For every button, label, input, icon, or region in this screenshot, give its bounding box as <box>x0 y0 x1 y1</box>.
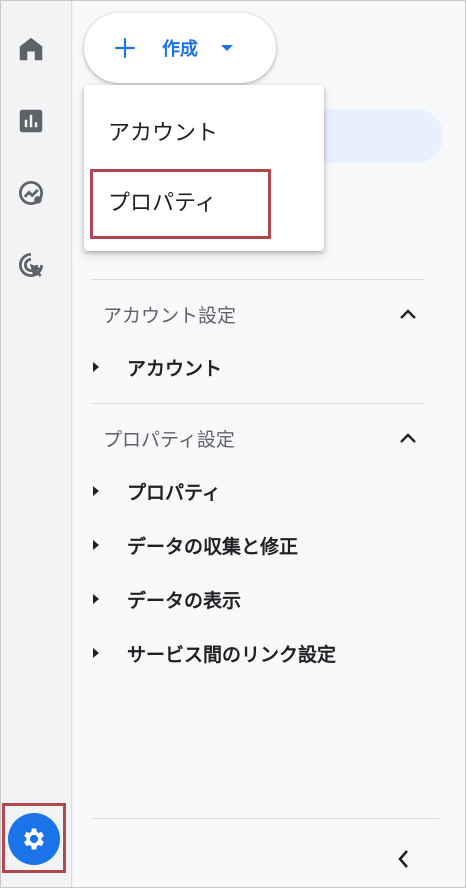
nav-item-label: サービス間のリンク設定 <box>127 643 337 666</box>
settings-icon[interactable] <box>8 813 60 865</box>
nav-item-label: データの表示 <box>127 589 242 612</box>
collapse-nav-button[interactable] <box>391 845 415 873</box>
chevron-left-icon <box>398 850 408 868</box>
nav-item-label: アカウント <box>127 357 223 380</box>
expand-arrow-icon <box>93 540 99 550</box>
nav-item-label: データの収集と修正 <box>127 535 299 558</box>
plus-icon <box>115 38 135 58</box>
expand-arrow-icon <box>93 594 99 604</box>
chevron-up-icon[interactable] <box>399 432 417 444</box>
nav-item-data-display[interactable]: データの表示 <box>91 584 241 614</box>
admin-panel: 作成 アカウント プロパティ アカウント設定 アカウント プロパティ設定 プロパ… <box>73 1 465 887</box>
menu-item-account[interactable]: アカウント <box>84 101 324 161</box>
menu-item-label: アカウント <box>108 121 219 146</box>
chevron-up-icon[interactable] <box>399 308 417 320</box>
nav-item-product-links[interactable]: サービス間のリンク設定 <box>91 638 336 668</box>
create-label: 作成 <box>162 39 198 60</box>
create-menu: アカウント プロパティ <box>84 85 324 251</box>
create-button[interactable]: 作成 <box>84 13 276 83</box>
settings-highlight <box>2 803 66 873</box>
nav-item-property[interactable]: プロパティ <box>91 476 221 506</box>
divider <box>91 403 425 404</box>
expand-arrow-icon <box>93 648 99 658</box>
divider <box>91 818 439 819</box>
home-icon[interactable] <box>15 33 47 65</box>
caret-down-icon <box>221 45 233 51</box>
reports-icon[interactable] <box>15 105 47 137</box>
nav-item-account[interactable]: アカウント <box>91 352 222 382</box>
expand-arrow-icon <box>93 362 99 372</box>
advertising-icon[interactable] <box>15 249 47 281</box>
divider <box>91 279 425 280</box>
left-nav-rail <box>1 1 72 887</box>
property-highlight-box <box>90 169 271 239</box>
property-settings-header[interactable]: プロパティ設定 <box>103 425 235 452</box>
expand-arrow-icon <box>93 486 99 496</box>
app-frame: 作成 アカウント プロパティ アカウント設定 アカウント プロパティ設定 プロパ… <box>0 0 466 888</box>
nav-item-data-collection[interactable]: データの収集と修正 <box>91 530 298 560</box>
nav-item-label: プロパティ <box>127 481 221 504</box>
explore-icon[interactable] <box>15 177 47 209</box>
account-settings-header[interactable]: アカウント設定 <box>103 301 236 328</box>
